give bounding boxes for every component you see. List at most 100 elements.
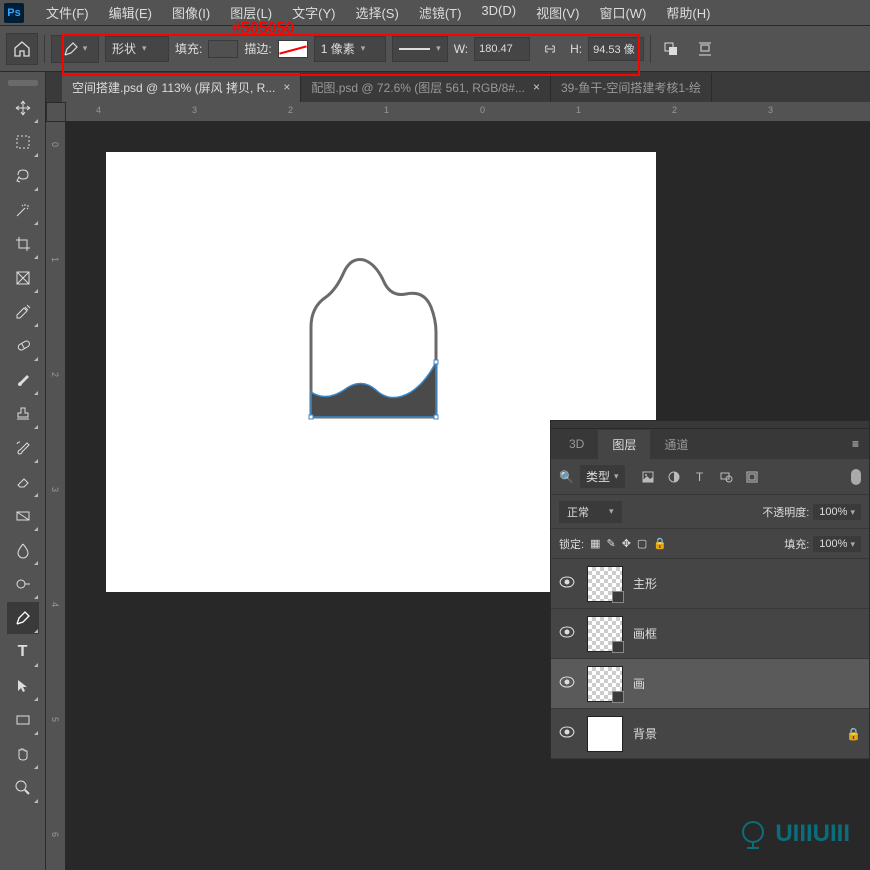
blend-mode-dropdown[interactable]: 正常 ▾ (559, 501, 622, 523)
height-input[interactable] (588, 37, 644, 61)
close-icon[interactable]: × (533, 80, 540, 94)
lock-all-icon[interactable]: 🔒 (653, 537, 667, 550)
fill-swatch[interactable] (208, 40, 238, 58)
document-tab[interactable]: 配图.psd @ 72.6% (图层 561, RGB/8#...× (301, 73, 551, 102)
layer-row[interactable]: 背景🔒 (551, 709, 869, 759)
menu-视图(V)[interactable]: 视图(V) (526, 0, 589, 25)
stroke-style-dropdown[interactable]: ▾ (392, 36, 448, 62)
layer-row[interactable]: 主形 (551, 559, 869, 609)
rectangle-tool[interactable] (7, 704, 39, 736)
hand-tool[interactable] (7, 738, 39, 770)
fill-opacity-input[interactable]: 100% ▾ (813, 536, 861, 552)
menu-文件(F)[interactable]: 文件(F) (36, 0, 99, 25)
w-label: W: (454, 42, 468, 56)
gradient-tool[interactable] (7, 500, 39, 532)
lock-pixels-icon[interactable]: ▦ (590, 537, 600, 550)
visibility-icon[interactable] (559, 726, 577, 741)
path-select-tool[interactable] (7, 670, 39, 702)
layer-thumbnail[interactable] (587, 566, 623, 602)
tool-preset[interactable]: ▾ (51, 35, 99, 63)
menu-窗口(W)[interactable]: 窗口(W) (589, 0, 656, 25)
panel-menu-button[interactable]: ≡ (846, 431, 865, 457)
mode-dropdown[interactable]: 形状 ▾ (105, 36, 169, 62)
crop-tool[interactable] (7, 228, 39, 260)
layer-thumbnail[interactable] (587, 616, 623, 652)
layer-thumbnail[interactable] (587, 716, 623, 752)
filter-toggle[interactable] (851, 469, 861, 485)
filter-type-icon[interactable]: T (691, 468, 709, 486)
vector-shape[interactable] (296, 252, 456, 432)
layer-thumbnail[interactable] (587, 666, 623, 702)
layer-row[interactable]: 画框 (551, 609, 869, 659)
ruler-horizontal[interactable]: 43210123 (66, 102, 870, 122)
opacity-input[interactable]: 100% ▾ (813, 504, 861, 520)
frame-tool[interactable] (7, 262, 39, 294)
filter-adjust-icon[interactable] (665, 468, 683, 486)
lasso-tool[interactable] (7, 160, 39, 192)
ps-logo: Ps (4, 3, 24, 23)
opacity-control: 不透明度: 100% ▾ (762, 504, 861, 520)
ruler-vertical[interactable]: 0123456 (46, 122, 66, 870)
stroke-swatch[interactable] (278, 40, 308, 58)
line-icon (399, 48, 430, 50)
move-tool[interactable] (7, 92, 39, 124)
layer-row[interactable]: 画 (551, 659, 869, 709)
stamp-tool[interactable] (7, 398, 39, 430)
lock-position-icon[interactable]: ✥ (622, 537, 631, 550)
home-button[interactable] (6, 33, 38, 65)
filter-type-dropdown[interactable]: 类型 ▾ (580, 465, 625, 488)
visibility-icon[interactable] (559, 676, 577, 691)
lock-artboard-icon[interactable]: ▢ (637, 537, 647, 550)
menu-帮助(H)[interactable]: 帮助(H) (656, 0, 720, 25)
zoom-tool[interactable] (7, 772, 39, 804)
document-tab[interactable]: 39-鱼干-空间搭建考核1-绘 (551, 73, 712, 102)
chevron-down-icon: ▾ (614, 471, 619, 482)
watermark-icon (737, 818, 769, 850)
visibility-icon[interactable] (559, 576, 577, 591)
lock-brush-icon[interactable]: ✎ (606, 537, 615, 550)
menu-滤镜(T)[interactable]: 滤镜(T) (409, 0, 472, 25)
eraser-tool[interactable] (7, 466, 39, 498)
magic-wand-tool[interactable] (7, 194, 39, 226)
marquee-tool[interactable] (7, 126, 39, 158)
options-bar: ▾ 形状 ▾ 填充: 描边: 1 像素 ▾ ▾ W: H: (0, 26, 870, 72)
menu-编辑(E)[interactable]: 编辑(E) (99, 0, 162, 25)
toolbar-handle[interactable] (8, 80, 38, 86)
panel-grip[interactable] (551, 421, 869, 429)
visibility-icon[interactable] (559, 626, 577, 641)
menu-选择(S)[interactable]: 选择(S) (345, 0, 408, 25)
path-ops-icon (663, 41, 679, 57)
menubar: Ps 文件(F)编辑(E)图像(I)图层(L)文字(Y)选择(S)滤镜(T)3D… (0, 0, 870, 26)
pen-tool[interactable] (7, 602, 39, 634)
history-brush-tool[interactable] (7, 432, 39, 464)
path-ops-button[interactable] (657, 35, 685, 63)
close-icon[interactable]: × (283, 80, 290, 94)
document-tabs: 空间搭建.psd @ 113% (屏风 拷贝, R...×配图.psd @ 72… (46, 72, 870, 102)
width-input[interactable] (474, 37, 530, 61)
filter-pixel-icon[interactable] (639, 468, 657, 486)
panel-tab-图层[interactable]: 图层 (598, 430, 650, 459)
stroke-width-dropdown[interactable]: 1 像素 ▾ (314, 36, 386, 62)
layer-name: 背景 (633, 725, 657, 742)
document-tab[interactable]: 空间搭建.psd @ 113% (屏风 拷贝, R...× (62, 73, 301, 102)
tab-label: 39-鱼干-空间搭建考核1-绘 (561, 79, 701, 96)
chevron-down-icon: ▾ (142, 43, 147, 54)
layer-list: 主形画框画背景🔒 (551, 559, 869, 759)
link-dimensions-button[interactable] (536, 35, 564, 63)
align-button[interactable] (691, 35, 719, 63)
blur-tool[interactable] (7, 534, 39, 566)
type-tool[interactable]: T (7, 636, 39, 668)
filter-smart-icon[interactable] (743, 468, 761, 486)
healing-tool[interactable] (7, 330, 39, 362)
mode-label: 形状 (112, 40, 136, 57)
panel-tab-3D[interactable]: 3D (555, 431, 598, 457)
panel-tab-通道[interactable]: 通道 (650, 430, 702, 459)
menu-图像(I)[interactable]: 图像(I) (162, 0, 220, 25)
eyedropper-tool[interactable] (7, 296, 39, 328)
filter-shape-icon[interactable] (717, 468, 735, 486)
brush-tool[interactable] (7, 364, 39, 396)
menu-3D(D)[interactable]: 3D(D) (471, 0, 526, 25)
chain-icon (542, 44, 558, 54)
opacity-label: 不透明度: (762, 504, 809, 520)
dodge-tool[interactable] (7, 568, 39, 600)
